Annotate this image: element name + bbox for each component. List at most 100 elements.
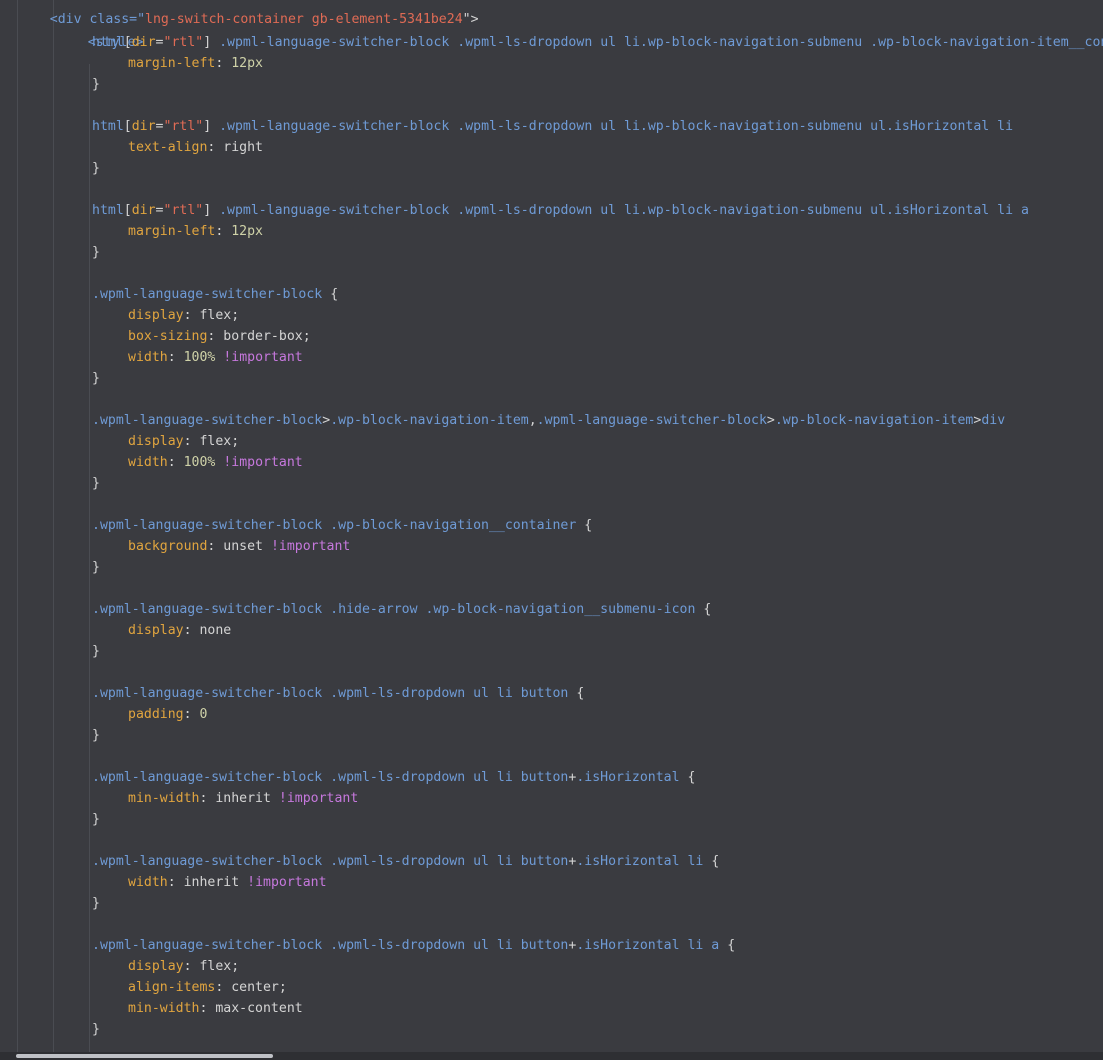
code-token: !important <box>223 350 303 365</box>
code-token: flex <box>199 308 232 323</box>
code-token: padding <box>128 707 184 722</box>
indent-guide <box>53 0 54 1052</box>
code-token: : <box>207 140 224 155</box>
code-token: : <box>215 224 232 239</box>
code-token: html <box>92 203 124 218</box>
code-token: width <box>128 875 168 890</box>
code-token: !important <box>223 455 303 470</box>
div-close-tag: "> <box>462 12 479 27</box>
code-token: .wpml-language-switcher-block .wpml-ls-d… <box>211 203 1029 218</box>
code-token: 0 <box>199 707 208 722</box>
code-token: : <box>183 308 200 323</box>
code-token: = <box>155 203 164 218</box>
code-token: .wpml-language-switcher-block <box>92 287 323 302</box>
code-token: = <box>155 119 164 134</box>
code-token: html <box>92 35 124 50</box>
code-token: .wpml-language-switcher-block <box>92 413 323 428</box>
css-close-brace: } <box>92 161 100 176</box>
code-token: .wp-block-navigation-item <box>330 413 529 428</box>
code-token: [ <box>123 203 132 218</box>
code-token: text-align <box>128 140 208 155</box>
code-token: none <box>199 623 232 638</box>
code-token: : <box>215 980 232 995</box>
code-token: .wp-block-navigation-item <box>774 413 974 428</box>
code-token: > <box>766 413 775 428</box>
code-token: flex <box>199 434 232 449</box>
code-token: [ <box>123 119 132 134</box>
code-token: background <box>128 539 208 554</box>
css-close-brace: } <box>92 77 100 92</box>
css-declaration-line: width: 100% !important <box>128 452 303 473</box>
code-token: inherit <box>215 791 271 806</box>
code-token: ; <box>278 980 287 995</box>
code-token: .wpml-language-switcher-block .wpml-ls-d… <box>211 35 1103 50</box>
code-token: : <box>183 434 200 449</box>
code-token: unset <box>223 539 263 554</box>
css-declaration-line: margin-left: 12px <box>128 221 263 242</box>
css-selector-line: .wpml-language-switcher-block .wpml-ls-d… <box>92 767 695 788</box>
css-close-brace: } <box>92 476 100 491</box>
code-token: .wpml-language-switcher-block .wp-block-… <box>92 518 577 533</box>
code-token: html <box>92 119 124 134</box>
code-token: .wpml-language-switcher-block .wpml-ls-d… <box>92 770 569 785</box>
css-close-brace: } <box>92 245 100 260</box>
horizontal-scrollbar-thumb[interactable] <box>16 1054 273 1058</box>
code-token: ; <box>231 308 240 323</box>
code-token: : <box>183 623 200 638</box>
css-close-brace: } <box>92 1022 100 1037</box>
code-token: display <box>128 959 184 974</box>
code-token: .isHorizontal li a <box>576 938 720 953</box>
css-close-brace: } <box>92 371 100 386</box>
code-token: : <box>215 56 232 71</box>
code-token: ] <box>203 203 212 218</box>
code-token: margin-left <box>128 224 216 239</box>
code-token: { <box>703 854 720 869</box>
code-token: display <box>128 434 184 449</box>
code-token: max-content <box>215 1001 303 1016</box>
css-declaration-line: min-width: max-content <box>128 998 303 1019</box>
cutoff-div-line: <div class="lng-switch-container gb-elem… <box>18 0 479 27</box>
code-token: ; <box>231 434 240 449</box>
code-token: !important <box>278 791 359 806</box>
code-token: flex <box>199 959 232 974</box>
code-token: "rtl" <box>163 203 204 218</box>
css-close-brace: } <box>92 896 100 911</box>
css-declaration-line: min-width: inherit !important <box>128 788 358 809</box>
code-token: display <box>128 308 184 323</box>
css-close-brace: } <box>92 644 100 659</box>
css-selector-line: html[dir="rtl"] .wpml-language-switcher-… <box>92 200 1029 221</box>
code-token: .wpml-language-switcher-block .wpml-ls-d… <box>211 119 1014 134</box>
code-token: dir <box>131 35 156 50</box>
code-token: dir <box>131 119 156 134</box>
code-token: .wpml-language-switcher-block .wpml-ls-d… <box>92 938 569 953</box>
code-token: : <box>167 875 184 890</box>
css-declaration-line: width: inherit !important <box>128 872 327 893</box>
code-token: 12px <box>231 224 263 239</box>
code-token: : <box>207 329 224 344</box>
css-declaration-line: width: 100% !important <box>128 347 303 368</box>
code-token: box-sizing <box>128 329 208 344</box>
css-selector-line: .wpml-language-switcher-block .wp-block-… <box>92 515 592 536</box>
code-token: : <box>199 791 216 806</box>
code-token: .wpml-language-switcher-block .hide-arro… <box>92 602 696 617</box>
css-selector-line: html[dir="rtl"] .wpml-language-switcher-… <box>92 32 1103 53</box>
code-token: width <box>128 350 168 365</box>
code-token: .isHorizontal <box>576 770 680 785</box>
code-token: { <box>568 686 585 701</box>
css-declaration-line: text-align: right <box>128 137 263 158</box>
code-editor[interactable]: <div class="lng-switch-container gb-elem… <box>0 0 1103 1052</box>
code-token: ] <box>203 119 212 134</box>
code-token: .wpml-language-switcher-block <box>536 413 767 428</box>
css-declaration-line: background: unset !important <box>128 536 350 557</box>
code-token: .wpml-language-switcher-block .wpml-ls-d… <box>92 854 569 869</box>
code-token: right <box>223 140 263 155</box>
css-declaration-line: margin-left: 12px <box>128 53 263 74</box>
code-token: "rtl" <box>163 119 204 134</box>
code-token: div <box>981 413 1006 428</box>
code-token: width <box>128 455 168 470</box>
code-token: "rtl" <box>163 35 204 50</box>
code-token: .wpml-language-switcher-block .wpml-ls-d… <box>92 686 569 701</box>
